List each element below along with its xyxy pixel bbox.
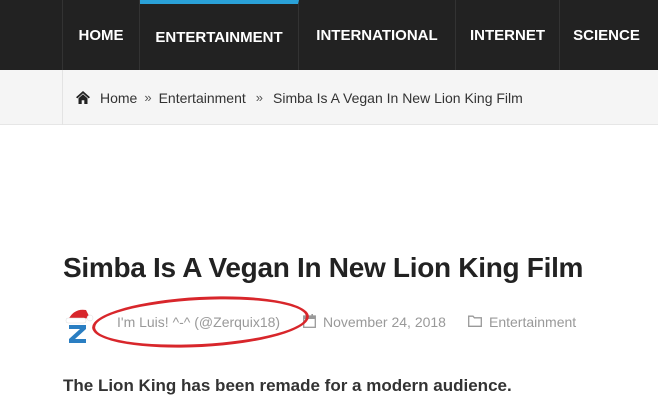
breadcrumb-divider: [62, 70, 63, 125]
article-title: Simba Is A Vegan In New Lion King Film: [63, 252, 584, 283]
breadcrumb-separator: »: [255, 90, 263, 105]
home-icon: [76, 91, 90, 104]
breadcrumb-bar: Home » Entertainment » Simba Is A Vegan …: [0, 70, 658, 125]
main-navigation: HOME ENTERTAINMENT INTERNATIONAL INTERNE…: [0, 0, 658, 70]
breadcrumb-current-page: Simba Is A Vegan In New Lion King Film: [273, 89, 523, 106]
article-intro: The Lion King has been remade for a mode…: [63, 376, 512, 395]
calendar-icon: [303, 314, 316, 328]
breadcrumb-home-link[interactable]: Home: [100, 90, 137, 106]
breadcrumb-separator: »: [144, 90, 152, 105]
author-link[interactable]: I'm Luis! ^-^ (@Zerquix18): [117, 314, 280, 330]
nav-item-science[interactable]: SCIENCE: [560, 0, 653, 70]
nav-item-internet[interactable]: INTERNET: [456, 0, 560, 70]
article-meta: I'm Luis! ^-^ (@Zerquix18) November 24, …: [62, 302, 652, 344]
nav-item-international[interactable]: INTERNATIONAL: [299, 0, 456, 70]
folder-icon: [468, 315, 482, 327]
author-avatar[interactable]: [64, 306, 94, 344]
nav-item-entertainment[interactable]: ENTERTAINMENT: [140, 0, 299, 70]
breadcrumb: Home » Entertainment » Simba Is A Vegan …: [76, 70, 523, 125]
publish-date[interactable]: November 24, 2018: [323, 314, 446, 330]
category-link[interactable]: Entertainment: [489, 314, 576, 330]
breadcrumb-entertainment-link[interactable]: Entertainment: [159, 90, 246, 106]
nav-item-home[interactable]: HOME: [63, 0, 140, 70]
